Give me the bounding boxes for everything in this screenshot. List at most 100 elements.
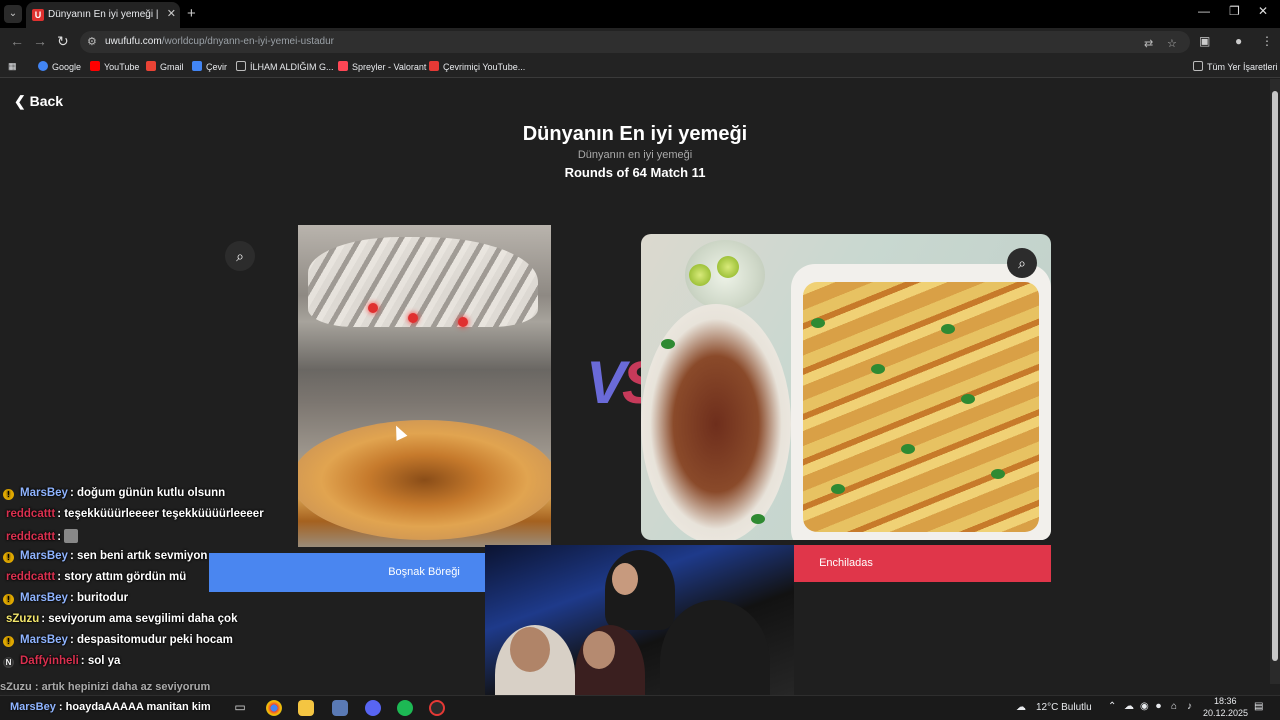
- bookmark-cevir[interactable]: Çevir: [192, 61, 227, 72]
- new-tab-button[interactable]: +: [187, 5, 196, 22]
- scrollbar[interactable]: [1270, 79, 1280, 684]
- chat-message: reddcattt: teşekküüürleeeer teşekküüüürl…: [6, 508, 264, 520]
- bookmark-icon: [429, 61, 439, 71]
- notifications-icon[interactable]: ▤: [1254, 701, 1263, 712]
- zoom-left-icon[interactable]: ⌕: [225, 241, 255, 271]
- chat-message: ! MarsBey: doğum günün kutlu olsunn: [0, 487, 480, 508]
- tab-search-button[interactable]: ⌄: [4, 5, 22, 23]
- volume-icon[interactable]: ♪: [1187, 701, 1192, 712]
- lime-slice: [689, 264, 711, 286]
- herb: [901, 444, 915, 454]
- microphone-icon[interactable]: ⏺: [1156, 701, 1161, 712]
- page-subtitle: Dünyanın en iyi yemeği: [577, 149, 693, 161]
- chat-message: sZuzu : artık hepinizi daha az seviyorum: [0, 681, 211, 693]
- chat-message: ! MarsBey: despasitomudur peki hocam: [0, 634, 480, 655]
- app-icon[interactable]: [332, 700, 348, 716]
- chat-message: N Daffyinheli: sol ya: [0, 655, 480, 676]
- tab-favicon: U: [32, 9, 44, 21]
- spotify-icon[interactable]: [397, 700, 413, 716]
- badge-icon: !: [3, 552, 14, 563]
- chrome-icon[interactable]: [266, 700, 282, 716]
- webcam-overlay: [485, 545, 794, 720]
- bookmark-gmail[interactable]: Gmail: [146, 61, 184, 72]
- translate-icon: [192, 61, 202, 71]
- discord-icon[interactable]: [365, 700, 381, 716]
- bookmarks-bar: ▦ Google YouTube Gmail Çevir İLHAM ALDIĞ…: [0, 56, 1280, 78]
- ember: [368, 303, 378, 313]
- badge-icon: !: [3, 594, 14, 605]
- face: [612, 563, 638, 595]
- herb: [961, 394, 975, 404]
- chevron-left-icon: ❮: [14, 93, 26, 109]
- bookmark-youtube[interactable]: YouTube: [90, 61, 139, 72]
- address-bar[interactable]: ⚙ uwufufu.com/worldcup/dnyann-en-iyi-yem…: [80, 31, 1190, 53]
- chat-message: ! MarsBey: buritodur: [0, 592, 480, 613]
- herb: [831, 484, 845, 494]
- enchiladas-food: [803, 282, 1039, 532]
- clock-time[interactable]: 18:36: [1214, 696, 1237, 706]
- file-explorer-icon[interactable]: [298, 700, 314, 716]
- bookmark-star-icon[interactable]: ☆: [1167, 37, 1177, 50]
- tab-title: Dünyanın En iyi yemeği | UwUF: [48, 9, 160, 20]
- tray-app-icon[interactable]: ◉: [1140, 701, 1149, 712]
- round-info: Rounds of 64 Match 11: [564, 165, 706, 180]
- network-icon[interactable]: ⌂: [1171, 701, 1177, 712]
- herb: [661, 339, 675, 349]
- herb: [811, 318, 825, 328]
- clock-date[interactable]: 20.12.2025: [1203, 708, 1248, 718]
- bookmark-ilham[interactable]: İLHAM ALDIĞIM G...: [236, 61, 334, 72]
- lime-slice: [717, 256, 739, 278]
- chat-message: reddcattt: story attım gördün mü: [6, 571, 187, 583]
- scrollbar-thumb[interactable]: [1272, 91, 1278, 661]
- emote-icon: [64, 529, 79, 543]
- chat-overflow: sZuzu : artık hepinizi daha az seviyorum: [0, 681, 250, 693]
- profile-icon[interactable]: ●: [1235, 34, 1242, 48]
- right-choice-image[interactable]: [641, 234, 1051, 540]
- reload-icon[interactable]: ↻: [57, 33, 69, 50]
- extensions-icon[interactable]: ▣: [1199, 34, 1210, 48]
- minimize-icon[interactable]: —: [1198, 4, 1210, 18]
- folder-icon: [236, 61, 246, 71]
- zoom-right-icon[interactable]: ⌕: [1007, 248, 1037, 278]
- active-tab[interactable]: U Dünyanın En iyi yemeği | UwUF ✕: [26, 2, 180, 28]
- task-view-icon[interactable]: ▭: [232, 700, 248, 716]
- translate-icon[interactable]: ⇄: [1144, 37, 1153, 50]
- weather-text[interactable]: 12°C Bulutlu: [1036, 702, 1092, 713]
- chat-message: sZuzu: seviyorum ama sevgilimi daha çok: [6, 613, 238, 625]
- herb: [871, 364, 885, 374]
- page-title: Dünyanın En iyi yemeği: [522, 123, 748, 145]
- restore-icon[interactable]: ❐: [1229, 4, 1240, 18]
- chat-message: ! MarsBey: sen beni artık sevmiyon: [0, 550, 480, 571]
- back-button[interactable]: ❮ Back: [14, 93, 63, 110]
- valorant-icon: [338, 61, 348, 71]
- url-text[interactable]: uwufufu.com/worldcup/dnyann-en-iyi-yemei…: [105, 36, 334, 47]
- chat-message: MarsBey : hoaydaAAAAA manitan kim: [10, 701, 211, 713]
- apps-grid-icon[interactable]: ▦: [8, 61, 17, 72]
- badge-icon: N: [3, 657, 14, 668]
- youtube-icon: [90, 61, 100, 71]
- tray-chevron-icon[interactable]: ⌃: [1108, 701, 1116, 712]
- tab-strip: ⌄ U Dünyanın En iyi yemeği | UwUF ✕ + — …: [0, 0, 1280, 28]
- menu-kebab-icon[interactable]: ⋮: [1261, 34, 1273, 48]
- close-window-icon[interactable]: ✕: [1258, 4, 1268, 18]
- google-icon: [38, 61, 48, 71]
- obs-icon[interactable]: [429, 700, 445, 716]
- back-arrow-icon[interactable]: ←: [10, 33, 24, 49]
- chat-message: reddcattt:: [0, 529, 480, 550]
- herb: [991, 469, 1005, 479]
- forward-arrow-icon[interactable]: →: [33, 33, 47, 49]
- stream-chat: ! MarsBey: doğum günün kutlu olsunn reddc…: [0, 487, 480, 676]
- bookmark-google[interactable]: Google: [38, 61, 81, 72]
- tab-close-icon[interactable]: ✕: [167, 7, 176, 20]
- bookmark-youtube-converter[interactable]: Çevrimiçi YouTube...: [429, 61, 525, 72]
- face: [510, 627, 550, 672]
- back-label: Back: [29, 93, 64, 109]
- onedrive-icon[interactable]: ☁: [1124, 701, 1134, 712]
- folder-icon: [1193, 61, 1203, 71]
- face: [583, 631, 615, 669]
- bookmark-all[interactable]: Tüm Yer İşaretleri: [1193, 61, 1278, 72]
- badge-icon: !: [3, 489, 14, 500]
- bookmark-valorant[interactable]: Spreyler - Valorant: [338, 61, 426, 72]
- site-info-icon[interactable]: ⚙: [87, 35, 97, 48]
- browser-toolbar: ← → ↻ ⚙ uwufufu.com/worldcup/dnyann-en-i…: [0, 28, 1280, 56]
